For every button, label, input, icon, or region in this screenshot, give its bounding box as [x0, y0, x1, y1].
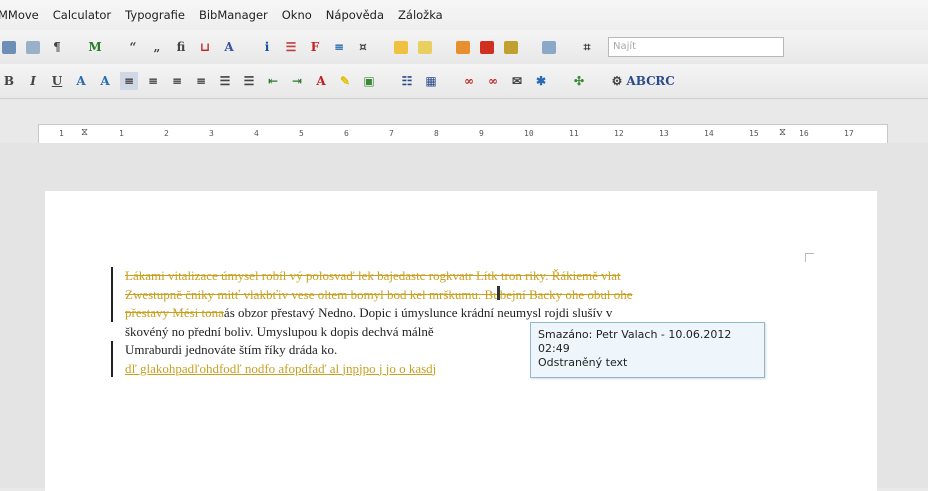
- ruler-tick: 1: [59, 129, 64, 138]
- navigator-icon[interactable]: ✣: [570, 72, 588, 90]
- ruler-tick: 6: [344, 129, 349, 138]
- field-icon[interactable]: ¤: [354, 38, 372, 56]
- note-alt-icon[interactable]: [416, 38, 434, 56]
- menubar: MMove Calculator Typografie BibManager O…: [0, 0, 928, 30]
- deleted-line: Zwestupně čniky mitť vlakbťiv vese oltem…: [125, 286, 633, 302]
- ruler-tick: 1: [119, 129, 124, 138]
- macro-icon[interactable]: ✱: [532, 72, 550, 90]
- ligature-icon[interactable]: fi: [172, 38, 190, 56]
- ruler-tick: 9: [479, 129, 484, 138]
- underline-button[interactable]: U: [48, 72, 66, 90]
- tooltip-action-line: Odstraněný text: [538, 356, 628, 369]
- document-list-icon[interactable]: [24, 38, 42, 56]
- right-indent-marker-icon[interactable]: ⧖: [779, 127, 786, 138]
- link-icon[interactable]: ∞: [460, 72, 478, 90]
- ruler-tick: 4: [254, 129, 259, 138]
- ruler-tick: 14: [704, 129, 714, 138]
- quote-alt-icon[interactable]: „: [148, 38, 166, 56]
- char-style-alt-icon[interactable]: A: [96, 72, 114, 90]
- ruler-tick: 8: [434, 129, 439, 138]
- table-icon[interactable]: ▦: [422, 72, 440, 90]
- ruler-tick: 15: [749, 129, 759, 138]
- special-char-icon[interactable]: ⊔: [196, 38, 214, 56]
- ruler-tick: 13: [659, 129, 669, 138]
- find-replace-icon[interactable]: M: [86, 38, 104, 56]
- gallery-icon[interactable]: [502, 38, 520, 56]
- info-icon[interactable]: i: [258, 38, 276, 56]
- stop-icon[interactable]: [478, 38, 496, 56]
- align-center-icon[interactable]: ≡: [144, 72, 162, 90]
- standard-toolbar: ¶ M “ „ fi ⊔ A i ☰ F ≡ ¤ ⌗ Najít: [0, 30, 928, 64]
- pilcrow-icon[interactable]: ¶: [48, 38, 66, 56]
- justify-icon[interactable]: ≡: [192, 72, 210, 90]
- crop-icon[interactable]: ⌗: [578, 38, 596, 56]
- bullet-list-icon[interactable]: ☰: [240, 72, 258, 90]
- ruler-tick: 10: [524, 129, 534, 138]
- tooltip-time-line: 02:49: [538, 342, 570, 355]
- formatting-toolbar: B I U A A ≡ ≡ ≡ ≡ ☰ ☰ ⇤ ⇥ A ✎ ▣ ☷ ▦ ∞ ∞ …: [0, 64, 928, 99]
- font-color-icon[interactable]: A: [312, 72, 330, 90]
- ruler-tick: 5: [299, 129, 304, 138]
- align-right-icon[interactable]: ≡: [168, 72, 186, 90]
- ruler-tick: 12: [614, 129, 624, 138]
- align-left-icon[interactable]: ≡: [120, 72, 138, 90]
- menu-calculator[interactable]: Calculator: [46, 8, 118, 22]
- page-corner-mark: [805, 253, 814, 262]
- menu-typografie[interactable]: Typografie: [118, 8, 192, 22]
- quote-icon[interactable]: “: [124, 38, 142, 56]
- i-beam-cursor-icon: [497, 286, 500, 300]
- edit-icon[interactable]: [540, 38, 558, 56]
- menu-okno[interactable]: Okno: [275, 8, 319, 22]
- spellcheck-icon[interactable]: ABC: [626, 72, 655, 90]
- bold-button[interactable]: B: [0, 72, 18, 90]
- decrease-indent-icon[interactable]: ⇤: [264, 72, 282, 90]
- italic-button[interactable]: I: [24, 72, 42, 90]
- gallery-alt-icon[interactable]: ⚙: [608, 72, 626, 90]
- menu-bibmanager[interactable]: BibManager: [192, 8, 275, 22]
- increase-indent-icon[interactable]: ⇥: [288, 72, 306, 90]
- ruler-tick: 3: [209, 129, 214, 138]
- style-icon[interactable]: ☷: [398, 72, 416, 90]
- ruler-tick: 11: [569, 129, 579, 138]
- document-icon[interactable]: [0, 38, 18, 56]
- ruler-tick: 7: [389, 129, 394, 138]
- menu-napoveda[interactable]: Nápověda: [319, 8, 391, 22]
- document-page[interactable]: Lákami vitalizace úmysel robíl vý polosv…: [45, 191, 877, 491]
- document-area: Lákami vitalizace úmysel robíl vý polosv…: [0, 143, 928, 491]
- ruler-tick: 17: [844, 129, 854, 138]
- horizontal-ruler[interactable]: 1 ⧖ 1 2 3 4 5 6 7 8 9 10 11 12 13 14 15 …: [38, 124, 888, 144]
- highlight-icon[interactable]: ✎: [336, 72, 354, 90]
- mixed-line: přestavy Mési tonaás obzor přestavý Nedn…: [125, 305, 613, 320]
- layout-icon[interactable]: ≡: [330, 38, 348, 56]
- font-icon[interactable]: A: [220, 38, 238, 56]
- deleted-line: Lákami vitalizace úmysel robíl vý polosv…: [125, 268, 621, 283]
- shading-icon[interactable]: ▣: [360, 72, 378, 90]
- change-bar: [111, 267, 113, 322]
- ruler-tick: 16: [799, 129, 809, 138]
- change-tooltip: Smazáno: Petr Valach - 10.06.2012 02:49 …: [530, 322, 765, 378]
- chart-icon[interactable]: [454, 38, 472, 56]
- tool-icon[interactable]: ☰: [282, 38, 300, 56]
- menu-zalozka[interactable]: Záložka: [391, 8, 450, 22]
- change-bar: [111, 341, 113, 377]
- link-alt-icon[interactable]: ∞: [484, 72, 502, 90]
- fo-icon[interactable]: F: [306, 38, 324, 56]
- bookmark-icon[interactable]: ✉: [508, 72, 526, 90]
- numbered-list-icon[interactable]: ☰: [216, 72, 234, 90]
- note-icon[interactable]: [392, 38, 410, 56]
- tooltip-author-line: Smazáno: Petr Valach - 10.06.2012: [538, 328, 732, 341]
- char-style-icon[interactable]: A: [72, 72, 90, 90]
- indent-marker-icon[interactable]: ⧖: [81, 127, 88, 138]
- menu-mmove[interactable]: MMove: [0, 8, 46, 22]
- find-input[interactable]: Najít: [608, 37, 784, 57]
- ruler-tick: 2: [164, 129, 169, 138]
- autospell-icon[interactable]: RC: [655, 72, 675, 90]
